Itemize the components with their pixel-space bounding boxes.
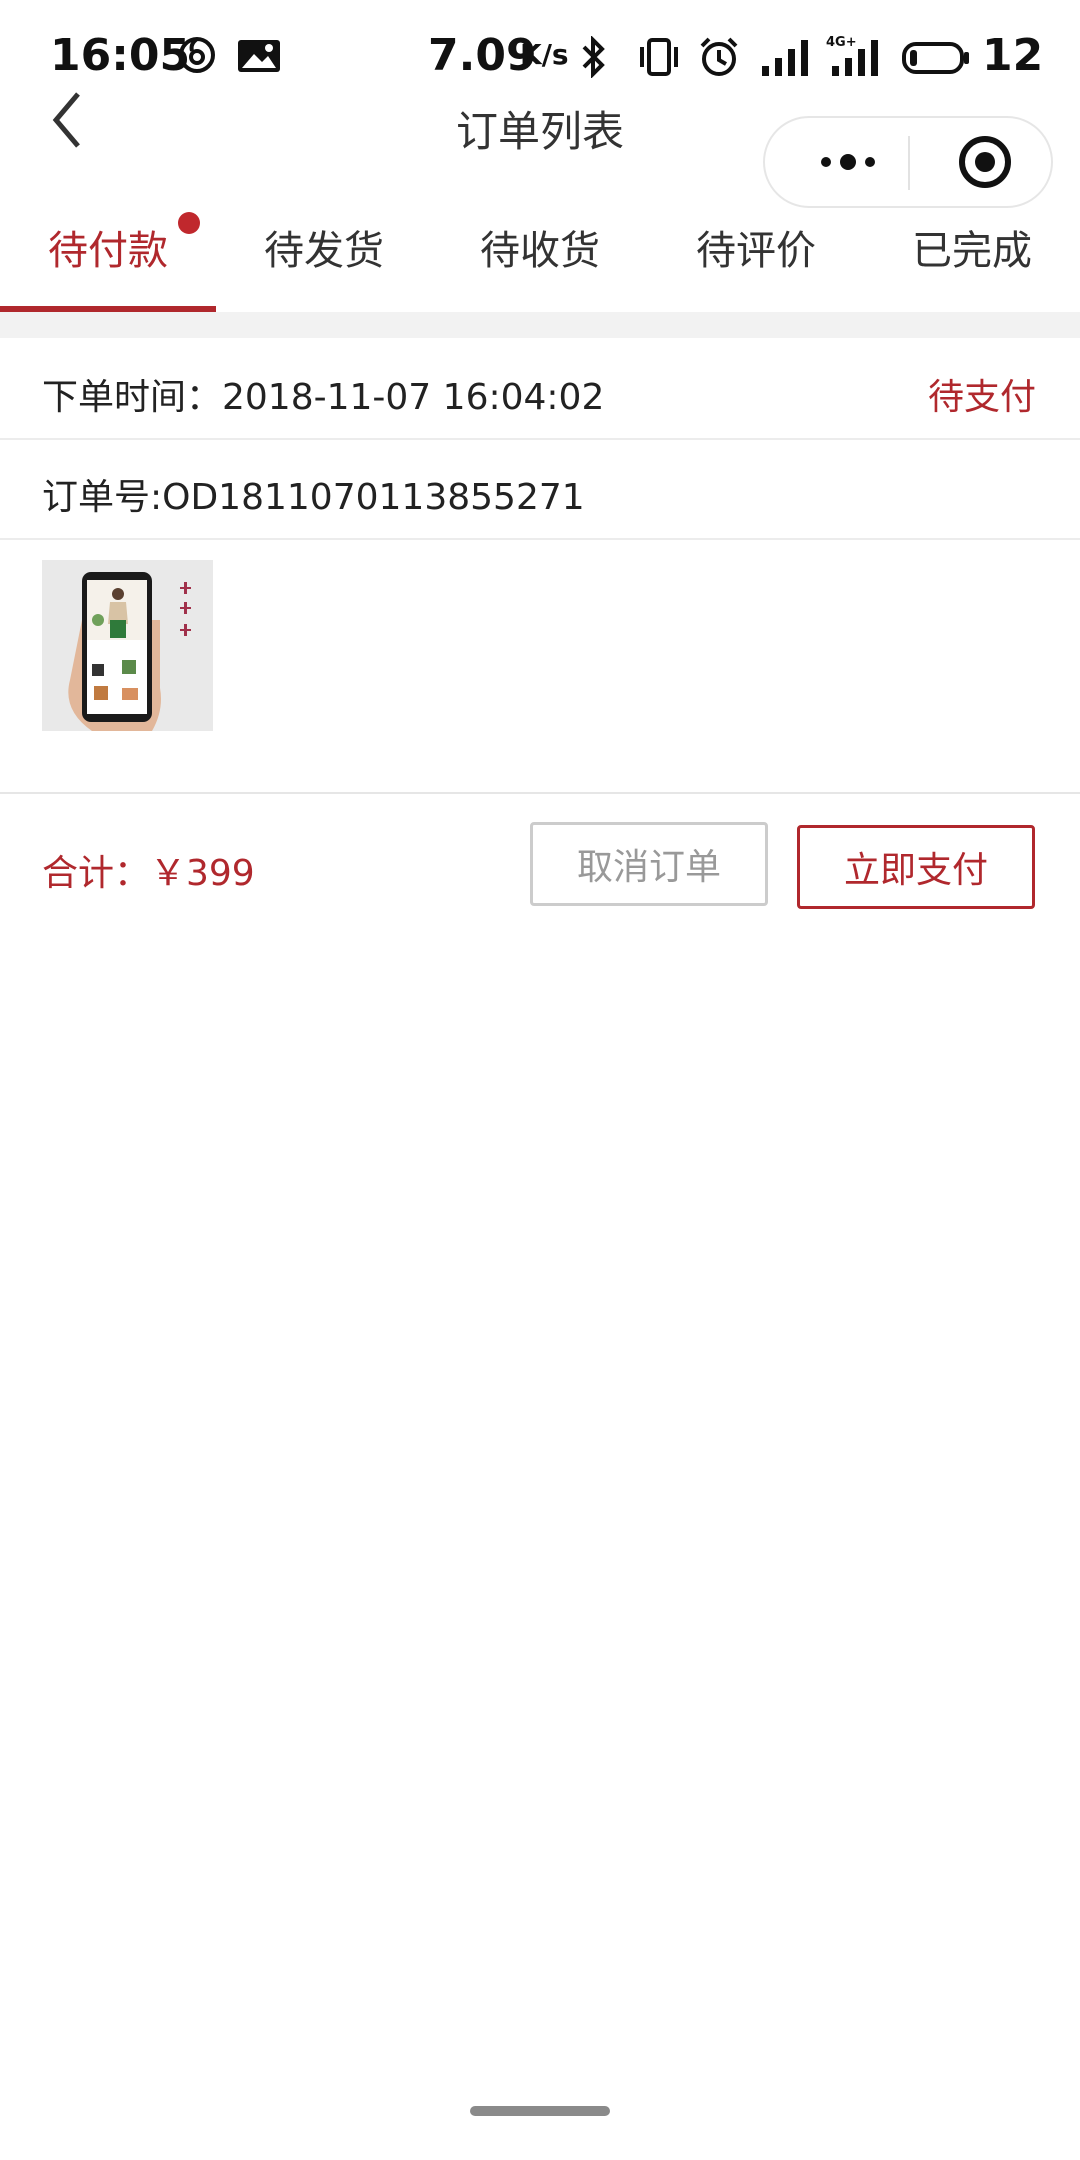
tab-badge-dot: [178, 212, 200, 234]
tab-pending-receipt[interactable]: 待收货: [432, 210, 648, 312]
order-status-badge: 待支付: [927, 377, 1036, 418]
bluetooth-icon: [582, 36, 605, 78]
cancel-order-label: 取消订单: [576, 847, 721, 888]
order-products-row[interactable]: [0, 540, 1080, 794]
order-footer: 合计：￥399 取消订单 立即支付: [0, 794, 1080, 934]
netease-music-icon: [179, 37, 215, 73]
more-button[interactable]: [803, 118, 893, 206]
signal-icon: [762, 40, 808, 76]
svg-text:4G+: 4G+: [826, 35, 857, 50]
tab-pending-payment[interactable]: 待付款: [0, 210, 216, 312]
alarm-icon: [700, 37, 738, 76]
tab-label: 待收货: [480, 228, 600, 274]
signal-4g-icon: 4G+: [826, 35, 878, 76]
vibrate-icon: [640, 38, 678, 76]
battery-icon: [902, 42, 969, 74]
more-dots-icon: [821, 154, 875, 170]
order-number: 订单号:OD1811070113855271: [42, 477, 585, 518]
cancel-order-button[interactable]: 取消订单: [530, 822, 768, 906]
miniprogram-capsule: [763, 116, 1053, 208]
network-speed-unit: K/s: [520, 38, 569, 71]
tab-completed[interactable]: 已完成: [864, 210, 1080, 312]
product-image: [42, 560, 213, 731]
close-miniprogram-button[interactable]: [940, 118, 1030, 206]
product-thumbnail[interactable]: [42, 560, 213, 731]
order-total: 合计：￥399: [42, 853, 255, 894]
tab-pending-shipment[interactable]: 待发货: [216, 210, 432, 312]
tab-label: 待评价: [696, 228, 816, 274]
tab-pending-review[interactable]: 待评价: [648, 210, 864, 312]
gallery-icon: [238, 40, 280, 72]
battery-percent: 12: [982, 30, 1044, 81]
status-time: 16:05: [50, 30, 191, 81]
pay-now-button[interactable]: 立即支付: [797, 825, 1035, 909]
tab-label: 已完成: [912, 228, 1032, 274]
order-time-row: 下单时间：2018-11-07 16:04:02 待支付: [0, 338, 1080, 440]
tab-label: 待付款: [48, 228, 168, 274]
capsule-divider: [908, 136, 910, 190]
nav-bar: 订单列表: [0, 90, 1080, 208]
order-status-tabs: 待付款 待发货 待收货 待评价 已完成: [0, 210, 1080, 312]
order-time: 下单时间：2018-11-07 16:04:02: [42, 377, 605, 418]
pay-now-label: 立即支付: [843, 850, 988, 891]
target-circle-icon: [959, 136, 1011, 188]
order-number-row: 订单号:OD1811070113855271: [0, 440, 1080, 540]
tab-label: 待发货: [264, 228, 384, 274]
section-separator: [0, 312, 1080, 338]
home-indicator[interactable]: [470, 2106, 610, 2116]
